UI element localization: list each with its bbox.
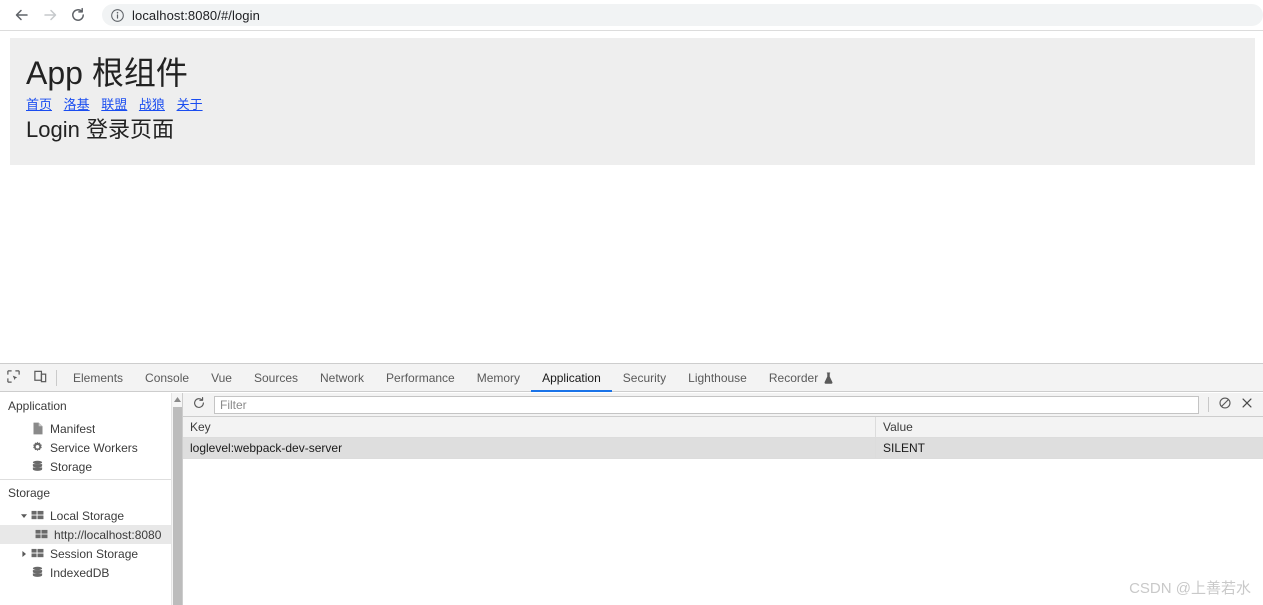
info-circle-icon[interactable] (110, 8, 125, 23)
tab-lighthouse[interactable]: Lighthouse (677, 364, 758, 391)
tab-label: Vue (211, 370, 232, 385)
tab-label: Memory (476, 370, 521, 385)
storage-table: Key Value loglevel:webpack-dev-server SI… (183, 417, 1263, 605)
tab-label: Application (542, 370, 601, 385)
tab-label: Elements (73, 370, 124, 385)
tab-label: Lighthouse (688, 370, 747, 385)
inspect-element-icon (6, 369, 21, 387)
page-title: App 根组件 (26, 55, 188, 91)
nav-link-home[interactable]: 首页 (26, 97, 52, 112)
storage-panel: Key Value loglevel:webpack-dev-server SI… (183, 393, 1263, 605)
tab-network[interactable]: Network (309, 364, 375, 391)
tab-label: Console (145, 370, 190, 385)
chevron-right-icon[interactable] (18, 550, 29, 558)
nav-link-about[interactable]: 关于 (177, 97, 203, 112)
database-icon (30, 566, 45, 579)
sidebar-item-label: Service Workers (50, 440, 138, 455)
sidebar-item-local-storage[interactable]: Local Storage (0, 506, 182, 525)
tab-label: Performance (386, 370, 455, 385)
filter-input[interactable] (214, 395, 1199, 414)
reload-button[interactable] (64, 1, 92, 29)
sidebar-section-application: Application (8, 399, 67, 413)
tab-label: Network (320, 370, 365, 385)
route-heading: Login 登录页面 (26, 117, 174, 142)
tab-recorder[interactable]: Recorder (758, 364, 845, 391)
delete-selected-button[interactable] (1236, 395, 1258, 415)
table-empty-area (183, 459, 1263, 605)
tab-performance[interactable]: Performance (375, 364, 466, 391)
sidebar-item-service-workers[interactable]: Service Workers (0, 438, 182, 457)
sidebar-item-label: Storage (50, 459, 93, 474)
column-header-value[interactable]: Value (876, 417, 1263, 437)
table-icon (30, 548, 45, 559)
sidebar-item-label: Local Storage (50, 508, 125, 523)
app-nav-links: 首页 洛基 联盟 战狼 关于 (10, 92, 1255, 113)
toolbar-divider (56, 369, 57, 386)
reload-icon (69, 6, 87, 24)
sidebar-item-label: IndexedDB (50, 565, 110, 580)
nav-link-wolfwarrior[interactable]: 战狼 (139, 97, 165, 112)
app-root-panel: App 根组件 首页 洛基 联盟 战狼 关于 Login 登录页面 (10, 38, 1255, 165)
sidebar-scrollbar[interactable] (171, 393, 182, 605)
back-arrow-icon (13, 6, 31, 24)
chevron-down-icon[interactable] (18, 512, 29, 520)
tab-vue[interactable]: Vue (200, 364, 243, 391)
tab-label: Security (622, 370, 667, 385)
storage-toolbar (183, 393, 1263, 417)
inspect-element-button[interactable] (0, 364, 27, 391)
sidebar-item-indexeddb[interactable]: IndexedDB (0, 563, 182, 582)
sidebar-item-manifest[interactable]: Manifest (0, 419, 182, 438)
address-bar[interactable]: localhost:8080/#/login (102, 4, 1263, 26)
forward-button[interactable] (36, 1, 64, 29)
sidebar-section-storage: Storage (8, 486, 51, 500)
table-icon (34, 529, 49, 540)
url-text: localhost:8080/#/login (132, 7, 260, 23)
tab-security[interactable]: Security (612, 364, 677, 391)
forward-arrow-icon (41, 6, 59, 24)
back-button[interactable] (8, 1, 36, 29)
refresh-icon (192, 396, 206, 413)
tab-application[interactable]: Application (531, 364, 612, 392)
sidebar-item-localhost-origin[interactable]: http://localhost:8080 (0, 525, 182, 544)
delete-x-icon (1240, 396, 1254, 413)
column-header-key[interactable]: Key (183, 417, 876, 437)
nav-link-alliance[interactable]: 联盟 (101, 97, 127, 112)
tab-elements[interactable]: Elements (62, 364, 134, 391)
tab-console[interactable]: Console (134, 364, 200, 391)
devtools-panel: Elements Console Vue Sources Network Per… (0, 363, 1263, 605)
device-toolbar-icon (33, 369, 48, 387)
table-row[interactable]: loglevel:webpack-dev-server SILENT (183, 438, 1263, 459)
cell-key[interactable]: loglevel:webpack-dev-server (183, 438, 876, 458)
devtools-tabbar: Elements Console Vue Sources Network Per… (0, 364, 1263, 392)
application-sidebar: Application Manifest Service Workers Sto… (0, 393, 183, 605)
nav-link-loki[interactable]: 洛基 (64, 97, 90, 112)
clear-all-button[interactable] (1214, 395, 1236, 415)
scrollbar-thumb[interactable] (173, 407, 182, 605)
cell-value[interactable]: SILENT (876, 438, 1263, 458)
devtools-body: Application Manifest Service Workers Sto… (0, 393, 1263, 605)
sidebar-item-label: Session Storage (50, 546, 139, 561)
tab-sources[interactable]: Sources (243, 364, 309, 391)
tab-label: Sources (253, 370, 298, 385)
tab-label: Recorder (768, 370, 819, 385)
page-viewport: App 根组件 首页 洛基 联盟 战狼 关于 Login 登录页面 (0, 32, 1263, 363)
database-icon (30, 460, 45, 473)
flask-icon (823, 372, 834, 384)
device-toolbar-button[interactable] (27, 364, 54, 391)
document-icon (30, 422, 45, 435)
table-icon (30, 510, 45, 521)
sidebar-item-label: Manifest (50, 421, 96, 436)
sidebar-item-storage[interactable]: Storage (0, 457, 182, 476)
browser-toolbar: localhost:8080/#/login (0, 0, 1263, 31)
sidebar-item-session-storage[interactable]: Session Storage (0, 544, 182, 563)
refresh-button[interactable] (188, 395, 210, 415)
sidebar-item-label: http://localhost:8080 (54, 527, 162, 542)
gear-icon (30, 441, 45, 454)
tab-memory[interactable]: Memory (466, 364, 531, 391)
scrollbar-up-arrow-icon[interactable] (172, 393, 182, 406)
clear-all-circle-slash-icon (1218, 396, 1232, 413)
table-header-row: Key Value (183, 417, 1263, 438)
toolbar-divider (1208, 397, 1209, 412)
